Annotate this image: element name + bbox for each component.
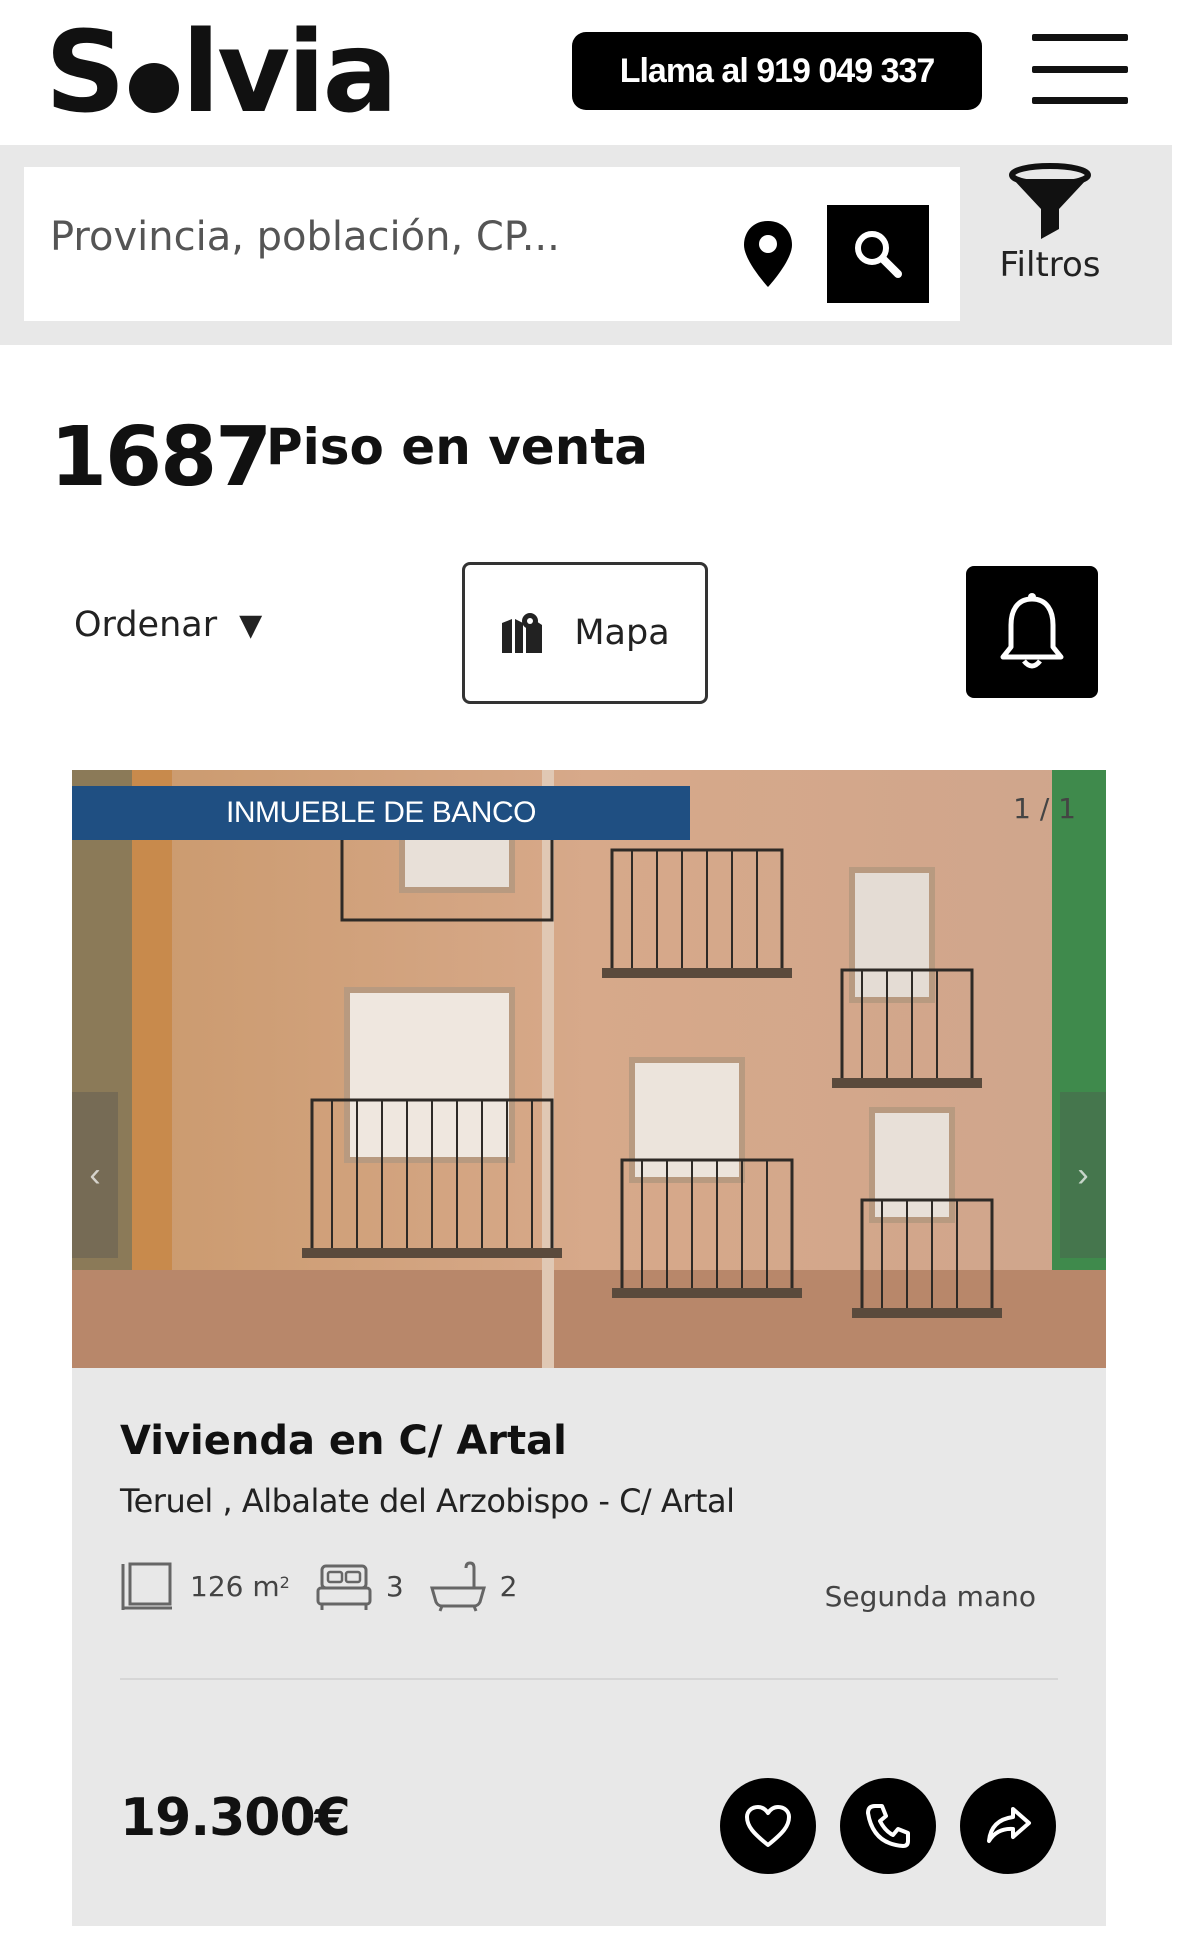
listing-features: 126 m2 3 2 — [120, 1560, 543, 1612]
map-label: Mapa — [574, 613, 670, 653]
search-bar: Filtros — [0, 145, 1172, 345]
listing-photo[interactable]: INMUEBLE DE BANCO 1 / 1 ‹ › — [72, 770, 1106, 1368]
caret-down-icon: ▼ — [239, 607, 263, 643]
listing-actions — [720, 1778, 1056, 1874]
search-button[interactable] — [827, 205, 929, 303]
listing-price: 19.300€ — [120, 1788, 351, 1848]
listing-address: Teruel , Albalate del Arzobispo - C/ Art… — [120, 1482, 735, 1520]
call-agent-button[interactable] — [840, 1778, 936, 1874]
solvia-logo[interactable]: Slvia — [45, 8, 398, 138]
share-icon — [987, 1807, 1031, 1843]
map-icon — [502, 613, 543, 653]
prev-photo-arrow-icon[interactable]: ‹ — [72, 1092, 118, 1258]
card-divider — [120, 1678, 1058, 1680]
bathrooms-feature: 2 — [429, 1560, 518, 1612]
heart-icon — [745, 1805, 791, 1847]
map-button[interactable]: Mapa — [462, 562, 708, 704]
phone-icon — [866, 1804, 910, 1848]
bank-property-badge: INMUEBLE DE BANCO — [72, 786, 690, 840]
photo-counter: 1 / 1 — [1013, 792, 1076, 825]
filters-label: Filtros — [999, 245, 1101, 285]
area-unit-sup: 2 — [279, 1572, 290, 1592]
sort-label: Ordenar — [74, 605, 218, 645]
bedrooms-count: 3 — [385, 1569, 404, 1603]
listing-title[interactable]: Vivienda en C/ Artal — [120, 1418, 567, 1464]
page-title: Piso en venta — [266, 418, 648, 476]
location-pin-icon[interactable] — [741, 219, 795, 289]
filters-button[interactable]: Filtros — [990, 163, 1110, 303]
call-button[interactable]: Llama al 919 049 337 — [572, 32, 982, 110]
search-icon — [855, 231, 902, 278]
area-icon — [121, 1562, 172, 1610]
bedrooms-feature: 3 — [316, 1560, 404, 1612]
search-input[interactable] — [50, 207, 710, 267]
bathrooms-count: 2 — [499, 1569, 518, 1603]
results-count: 1687 — [50, 410, 272, 505]
condition-label: Segunda mano — [824, 1580, 1036, 1613]
site-header: Slvia Llama al 919 049 337 — [0, 0, 1200, 145]
favorite-button[interactable] — [720, 1778, 816, 1874]
bell-icon — [1000, 593, 1064, 669]
building-facade-image — [72, 770, 1106, 1368]
sort-dropdown[interactable]: Ordenar ▼ — [74, 605, 262, 645]
listing-card[interactable]: INMUEBLE DE BANCO 1 / 1 ‹ › Vivienda en … — [72, 770, 1106, 1926]
bed-icon — [316, 1564, 372, 1610]
alert-button[interactable] — [966, 566, 1098, 698]
hamburger-menu-icon[interactable] — [1032, 34, 1128, 104]
filter-funnel-icon — [1009, 163, 1091, 239]
next-photo-arrow-icon[interactable]: › — [1060, 1092, 1106, 1258]
area-value: 126 m — [190, 1569, 280, 1603]
bath-icon — [429, 1561, 486, 1612]
search-box — [24, 167, 960, 321]
share-button[interactable] — [960, 1778, 1056, 1874]
area-feature: 126 m2 — [120, 1560, 290, 1612]
